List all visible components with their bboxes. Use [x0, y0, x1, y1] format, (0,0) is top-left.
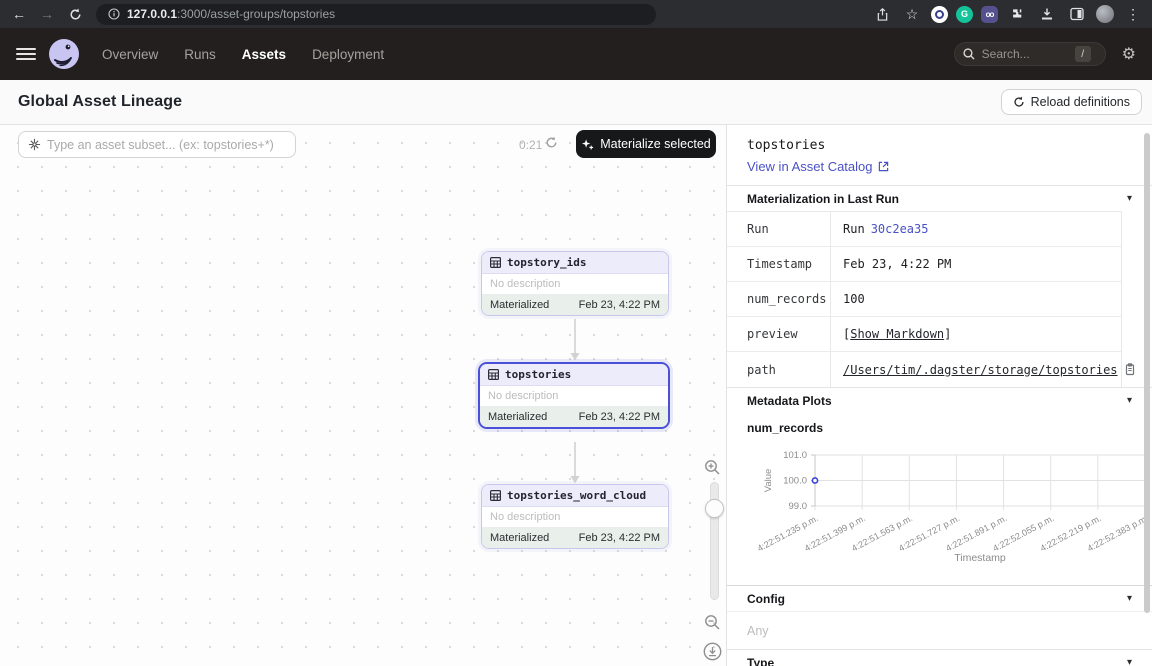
asset-node-topstories[interactable]: topstories No description Materialized F…	[478, 362, 670, 429]
asset-status: Materialized	[490, 299, 549, 311]
global-search[interactable]: /	[954, 42, 1106, 66]
section-type[interactable]: Type ▾	[727, 649, 1152, 666]
sparkle-icon	[581, 138, 594, 151]
asset-materialized-time: Feb 23, 4:22 PM	[579, 532, 660, 544]
chevron-down-icon: ▾	[1127, 395, 1132, 406]
page-header: Global Asset Lineage Reload definitions	[0, 80, 1152, 125]
asset-description: No description	[480, 386, 668, 407]
extension-icon-grammarly[interactable]: G	[956, 6, 973, 23]
table-icon	[490, 490, 501, 501]
table-icon	[488, 369, 499, 380]
browser-toolbar: ← → 127.0.0.1:3000/asset-groups/topstori…	[0, 0, 1152, 28]
settings-gear-icon[interactable]: ⚙	[1122, 44, 1136, 64]
nav-item-deployment[interactable]: Deployment	[312, 47, 384, 62]
svg-text:99.0: 99.0	[789, 501, 808, 512]
zoom-slider-handle[interactable]	[705, 499, 724, 518]
asset-description: No description	[482, 507, 668, 528]
asset-status: Materialized	[490, 532, 549, 544]
asset-name: topstories	[505, 368, 571, 381]
chevron-down-icon: ▾	[1127, 593, 1132, 604]
asset-details-panel: topstories View in Asset Catalog Materia…	[727, 125, 1152, 666]
table-icon	[490, 257, 501, 268]
dagster-logo[interactable]	[48, 38, 80, 70]
details-scrollbar[interactable]	[1144, 133, 1150, 613]
profile-avatar[interactable]	[1096, 5, 1114, 23]
refresh-icon	[1013, 96, 1025, 108]
plot-title: num_records	[747, 421, 823, 435]
bookmark-star-icon[interactable]: ☆	[901, 3, 923, 25]
menu-hamburger-icon[interactable]	[16, 48, 36, 60]
asset-node-topstories-word-cloud[interactable]: topstories_word_cloud No description Mat…	[481, 484, 669, 549]
nav-item-overview[interactable]: Overview	[102, 47, 158, 62]
extensions-puzzle-icon[interactable]	[1006, 3, 1028, 25]
asset-node-topstory-ids[interactable]: topstory_ids No description Materialized…	[481, 251, 669, 316]
table-row-num-records: num_records 100	[727, 282, 1121, 317]
svg-text:Timestamp: Timestamp	[954, 552, 1006, 564]
fit-view-button[interactable]	[703, 642, 722, 661]
page-title: Global Asset Lineage	[18, 93, 182, 111]
nav-item-assets[interactable]: Assets	[242, 47, 286, 62]
browser-back-icon[interactable]: ←	[8, 3, 30, 25]
section-metadata-plots[interactable]: Metadata Plots ▾	[727, 387, 1152, 413]
asset-filter-input[interactable]	[47, 138, 277, 152]
asset-name: topstory_ids	[507, 256, 586, 269]
asset-status: Materialized	[488, 411, 547, 423]
svg-text:101.0: 101.0	[783, 450, 807, 461]
path-link[interactable]: /Users/tim/.dagster/storage/topstories	[843, 363, 1118, 377]
asset-materialized-time: Feb 23, 4:22 PM	[579, 299, 660, 311]
side-panel-icon[interactable]	[1066, 3, 1088, 25]
extension-icon-clock[interactable]	[931, 6, 948, 23]
render-timer: 0:21	[519, 138, 542, 152]
reload-definitions-button[interactable]: Reload definitions	[1001, 89, 1142, 115]
run-link[interactable]: 30c2ea35	[871, 222, 929, 236]
metadata-table: Run Run30c2ea35 Timestamp Feb 23, 4:22 P…	[727, 211, 1122, 387]
asset-detail-title: topstories	[747, 138, 1132, 153]
info-icon	[108, 8, 120, 20]
config-value: Any	[727, 611, 1152, 649]
table-row-path: path /Users/tim/.dagster/storage/topstor…	[727, 352, 1121, 387]
svg-text:100.0: 100.0	[783, 476, 807, 487]
view-in-catalog-link[interactable]: View in Asset Catalog	[747, 159, 889, 174]
asset-graph-canvas[interactable]: 0:21 Materialize selected topstory_ids N…	[0, 125, 727, 666]
chevron-down-icon: ▾	[1127, 657, 1132, 666]
materialize-selected-button[interactable]: Materialize selected	[576, 130, 716, 158]
nav-item-runs[interactable]: Runs	[184, 47, 216, 62]
search-icon	[963, 48, 975, 60]
show-markdown-link[interactable]: Show Markdown	[850, 327, 944, 341]
browser-reload-icon[interactable]	[64, 3, 86, 25]
downloads-icon[interactable]	[1036, 3, 1058, 25]
edge-arrow	[569, 319, 581, 361]
table-row-preview: preview [Show Markdown]	[727, 317, 1121, 352]
metadata-plot: 101.0100.099.04:22:51.235 p.m.4:22:51.39…	[727, 437, 1152, 585]
search-input[interactable]	[982, 47, 1068, 61]
asset-name: topstories_word_cloud	[507, 489, 646, 502]
graph-query-icon	[28, 138, 41, 151]
table-row-run: Run Run30c2ea35	[727, 212, 1121, 247]
app-navbar: Overview Runs Assets Deployment / ⚙	[0, 28, 1152, 80]
table-row-timestamp: Timestamp Feb 23, 4:22 PM	[727, 247, 1121, 282]
url-text: 127.0.0.1:3000/asset-groups/topstories	[127, 7, 335, 21]
graph-refresh-icon[interactable]	[545, 136, 558, 149]
extension-icon-glasses[interactable]: oo	[981, 6, 998, 23]
browser-forward-icon[interactable]: →	[36, 3, 58, 25]
share-icon[interactable]	[871, 3, 893, 25]
zoom-out-button[interactable]	[704, 614, 721, 631]
asset-description: No description	[482, 274, 668, 295]
zoom-in-button[interactable]	[704, 459, 721, 476]
browser-address-bar[interactable]: 127.0.0.1:3000/asset-groups/topstories	[96, 4, 656, 25]
section-materialization[interactable]: Materialization in Last Run ▾	[727, 185, 1152, 211]
svg-text:Value: Value	[763, 469, 774, 493]
chevron-down-icon: ▾	[1127, 193, 1132, 204]
section-config[interactable]: Config ▾	[727, 585, 1152, 611]
asset-filter[interactable]	[18, 131, 296, 158]
copy-icon[interactable]	[1124, 363, 1136, 376]
asset-materialized-time: Feb 23, 4:22 PM	[579, 411, 660, 423]
external-link-icon	[878, 161, 889, 172]
edge-arrow	[569, 442, 581, 484]
search-shortcut-badge: /	[1075, 46, 1091, 62]
browser-menu-icon[interactable]: ⋮	[1122, 3, 1144, 25]
